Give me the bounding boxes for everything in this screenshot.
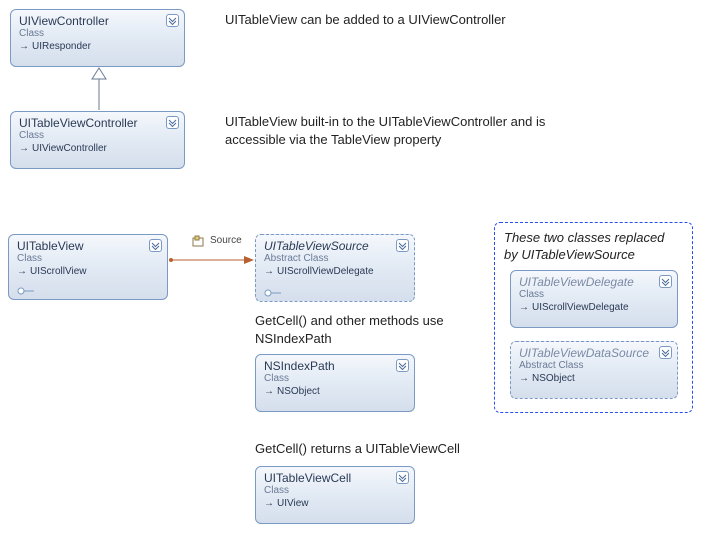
annotation-replaced-line2: by UITableViewSource xyxy=(504,246,694,264)
class-kind: Class xyxy=(17,253,161,264)
class-parent-name: UIScrollViewDelegate xyxy=(277,266,374,277)
class-parent-name: UIView xyxy=(277,498,309,509)
dependency-label-source: Source xyxy=(210,235,242,246)
class-kind: Class xyxy=(519,289,671,300)
class-parent-name: UIViewController xyxy=(32,143,107,154)
lollipop-icon xyxy=(17,287,35,295)
expand-icon[interactable] xyxy=(659,346,672,359)
class-uitableviewcontroller[interactable]: UITableViewController Class → UIViewCont… xyxy=(10,111,185,169)
class-kind: Class xyxy=(264,373,408,384)
class-parent-name: NSObject xyxy=(532,373,575,384)
expand-icon[interactable] xyxy=(149,239,162,252)
class-title: UITableViewCell xyxy=(264,471,408,485)
class-parent: → UIScrollViewDelegate xyxy=(264,266,408,277)
arrow-icon: → xyxy=(519,302,529,313)
class-title: UITableViewDelegate xyxy=(519,275,671,289)
class-kind: Class xyxy=(264,485,408,496)
class-title: UITableView xyxy=(17,239,161,253)
property-icon xyxy=(192,235,206,252)
class-title: UITableViewDataSource xyxy=(519,346,671,360)
arrow-icon: → xyxy=(19,41,29,52)
class-title: UITableViewSource xyxy=(264,239,408,253)
class-uitableviewcell[interactable]: UITableViewCell Class → UIView xyxy=(255,466,415,524)
expand-icon[interactable] xyxy=(659,275,672,288)
class-uitableviewdatasource[interactable]: UITableViewDataSource Abstract Class → N… xyxy=(510,341,678,399)
annotation-uitableviewcell: GetCell() returns a UITableViewCell xyxy=(255,440,515,458)
expand-icon[interactable] xyxy=(166,116,179,129)
class-kind: Class xyxy=(19,28,178,39)
class-kind: Class xyxy=(19,130,178,141)
class-parent-name: NSObject xyxy=(277,386,320,397)
expand-icon[interactable] xyxy=(396,359,409,372)
class-parent-name: UIScrollViewDelegate xyxy=(532,302,629,313)
class-title: UITableViewController xyxy=(19,116,178,130)
class-parent: → UIView xyxy=(264,498,408,509)
class-title: UIViewController xyxy=(19,14,178,28)
arrow-icon: → xyxy=(17,266,27,277)
class-uitableviewdelegate[interactable]: UITableViewDelegate Class → UIScrollView… xyxy=(510,270,678,328)
annotation-replaced-line1: These two classes replaced xyxy=(504,229,694,247)
class-uiviewcontroller[interactable]: UIViewController Class → UIResponder xyxy=(10,9,185,67)
annotation-uitableviewcontroller: UITableView built-in to the UITableViewC… xyxy=(225,113,605,148)
inheritance-arrow xyxy=(90,67,108,111)
expand-icon[interactable] xyxy=(166,14,179,27)
class-kind: Abstract Class xyxy=(519,360,671,371)
arrow-icon: → xyxy=(19,143,29,154)
expand-icon[interactable] xyxy=(396,239,409,252)
class-parent-name: UIResponder xyxy=(32,41,91,52)
class-uitableviewsource[interactable]: UITableViewSource Abstract Class → UIScr… xyxy=(255,234,415,302)
annotation-nsindexpath: GetCell() and other methods use NSIndexP… xyxy=(255,312,475,347)
dependency-arrow-source xyxy=(168,253,256,267)
class-kind: Abstract Class xyxy=(264,253,408,264)
class-parent: → NSObject xyxy=(519,373,671,384)
class-title: NSIndexPath xyxy=(264,359,408,373)
class-parent: → UIScrollViewDelegate xyxy=(519,302,671,313)
arrow-icon: → xyxy=(264,386,274,397)
class-uitableview[interactable]: UITableView Class → UIScrollView xyxy=(8,234,168,300)
class-parent: → UIResponder xyxy=(19,41,178,52)
class-nsindexpath[interactable]: NSIndexPath Class → NSObject xyxy=(255,354,415,412)
class-parent: → UIScrollView xyxy=(17,266,161,277)
class-parent: → NSObject xyxy=(264,386,408,397)
class-parent: → UIViewController xyxy=(19,143,178,154)
annotation-uiviewcontroller: UITableView can be added to a UIViewCont… xyxy=(225,11,605,29)
arrow-icon: → xyxy=(519,373,529,384)
lollipop-icon xyxy=(264,289,282,297)
arrow-icon: → xyxy=(264,498,274,509)
class-parent-name: UIScrollView xyxy=(30,266,87,277)
expand-icon[interactable] xyxy=(396,471,409,484)
arrow-icon: → xyxy=(264,266,274,277)
